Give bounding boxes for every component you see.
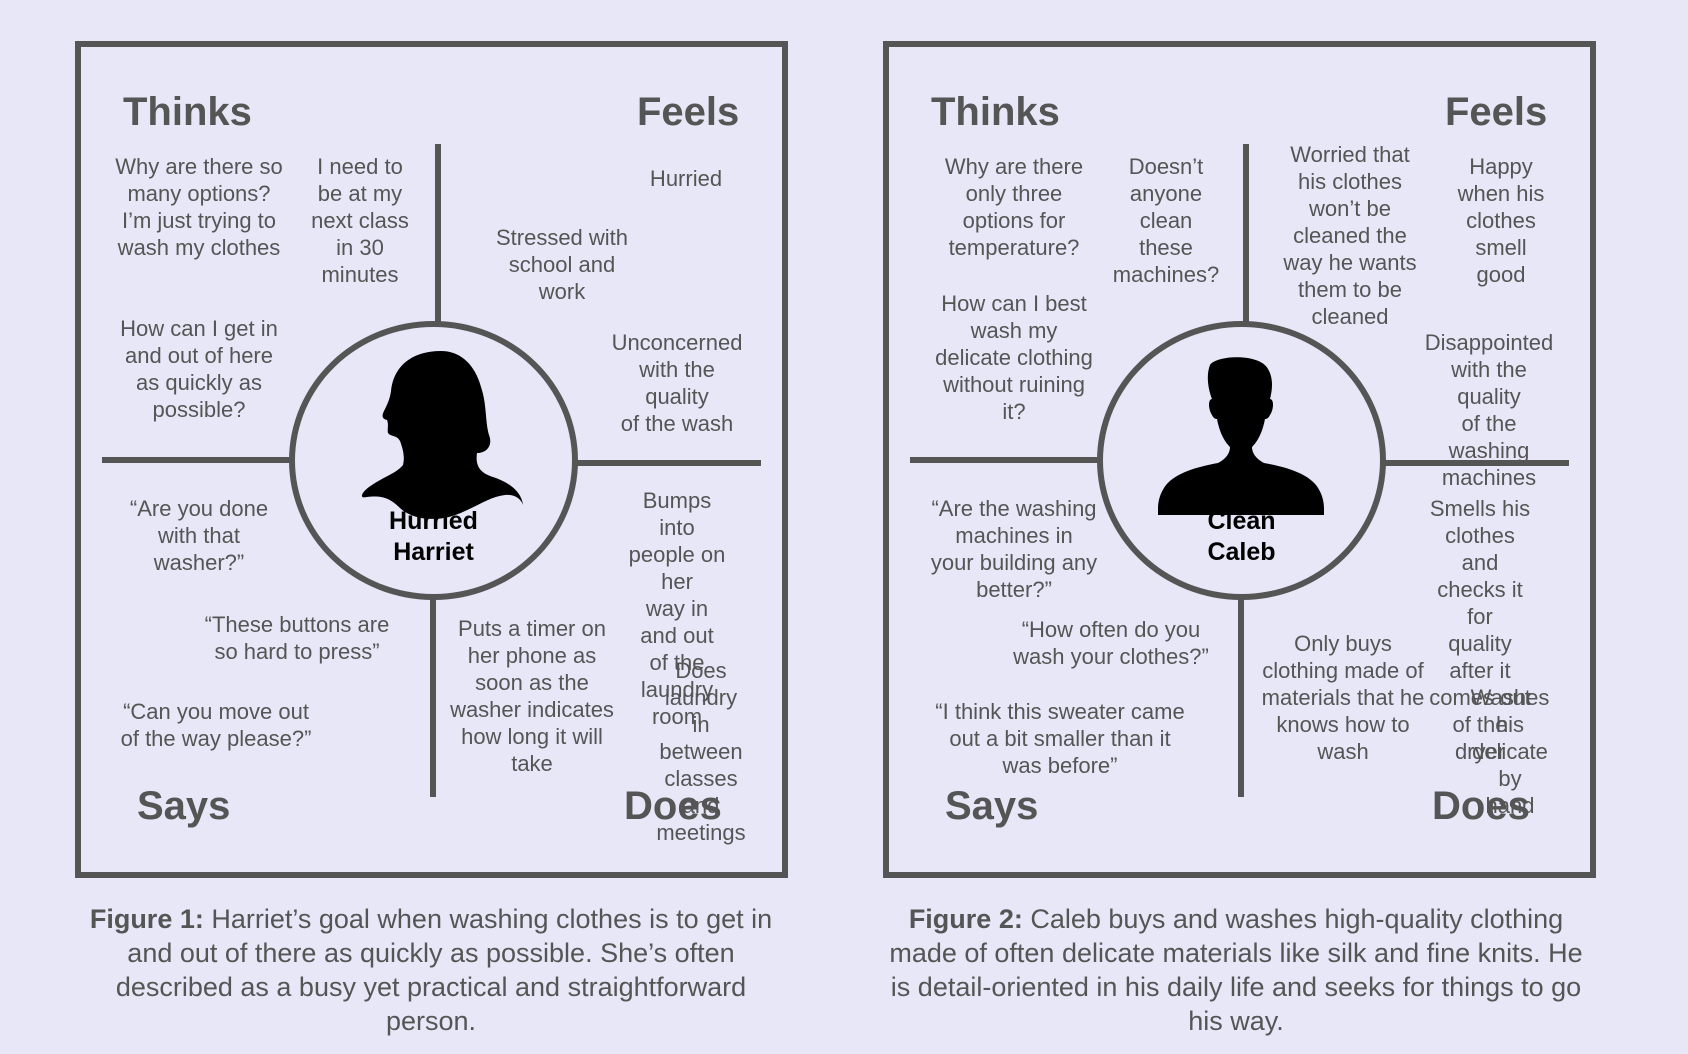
axis-left [910, 457, 1100, 463]
man-silhouette-icon [1158, 357, 1324, 515]
does-note: Does laundry in between classes and meet… [656, 658, 746, 845]
axis-right [575, 460, 761, 466]
quadrant-title-says: Says [945, 784, 1039, 828]
axis-top [1243, 144, 1249, 325]
persona-circle: Hurried Harriet [289, 321, 578, 600]
feels-note: Stressed with school and work [495, 225, 629, 304]
does-note: Puts a timer on her phone as soon as the… [450, 616, 614, 776]
feels-note: Unconcerned with the quality of the wash [611, 330, 743, 436]
figure-label: Figure 2: [908, 904, 1023, 934]
axis-left [102, 457, 292, 463]
feels-note: Hurried [649, 166, 723, 191]
says-note: “I think this sweater came out a bit sma… [935, 699, 1185, 778]
feels-note: Disappointed with the quality of the was… [1424, 330, 1554, 490]
feels-note: Worried that his clothes won’t be cleane… [1283, 142, 1417, 329]
says-note: “How often do you wash your clothes?” [1013, 617, 1209, 669]
thinks-note: Why are there only three options for tem… [944, 154, 1084, 260]
empathy-map-harriet: Thinks Feels Says Does Why are there so … [75, 41, 788, 878]
persona-circle: Clean Caleb [1097, 321, 1386, 600]
quadrant-title-thinks: Thinks [931, 90, 1060, 134]
says-note: “Can you move out of the way please?” [120, 699, 312, 751]
quadrant-title-thinks: Thinks [123, 90, 252, 134]
axis-bottom [430, 595, 436, 797]
figure-caption: Figure 2: Caleb buys and washes high-qua… [876, 902, 1596, 1038]
quadrant-title-feels: Feels [1445, 90, 1548, 134]
thinks-note: Doesn’t anyone clean these machines? [1112, 154, 1220, 287]
figure-label: Figure 1: [89, 904, 204, 934]
says-note: “Are you done with that washer?” [129, 496, 269, 575]
empathy-map-caleb: Thinks Feels Says Does Why are there onl… [883, 41, 1596, 878]
thinks-note: Why are there so many options? I’m just … [115, 154, 283, 260]
axis-bottom [1238, 595, 1244, 797]
quadrant-title-feels: Feels [637, 90, 740, 134]
thinks-note: How can I get in and out of here as quic… [120, 316, 278, 422]
persona-name: Hurried Harriet [389, 507, 478, 566]
figure-caption: Figure 1: Harriet’s goal when washing cl… [71, 902, 791, 1038]
does-note: Washes his delicate by hand [1470, 685, 1550, 818]
quadrant-title-says: Says [137, 784, 231, 828]
thinks-note: How can I best wash my delicate clothing… [935, 291, 1093, 424]
axis-top [435, 144, 441, 325]
says-note: “Are the washing machines in your buildi… [930, 496, 1098, 602]
persona-name: Clean Caleb [1207, 507, 1276, 566]
thinks-note: I need to be at my next class in 30 minu… [311, 154, 409, 287]
does-note: Only buys clothing made of materials tha… [1261, 631, 1425, 764]
figure-text: Harriet’s goal when washing clothes is t… [115, 904, 773, 1036]
feels-note: Happy when his clothes smell good [1457, 154, 1545, 287]
says-note: “These buttons are so hard to press” [204, 612, 390, 664]
woman-silhouette-icon [361, 351, 523, 519]
